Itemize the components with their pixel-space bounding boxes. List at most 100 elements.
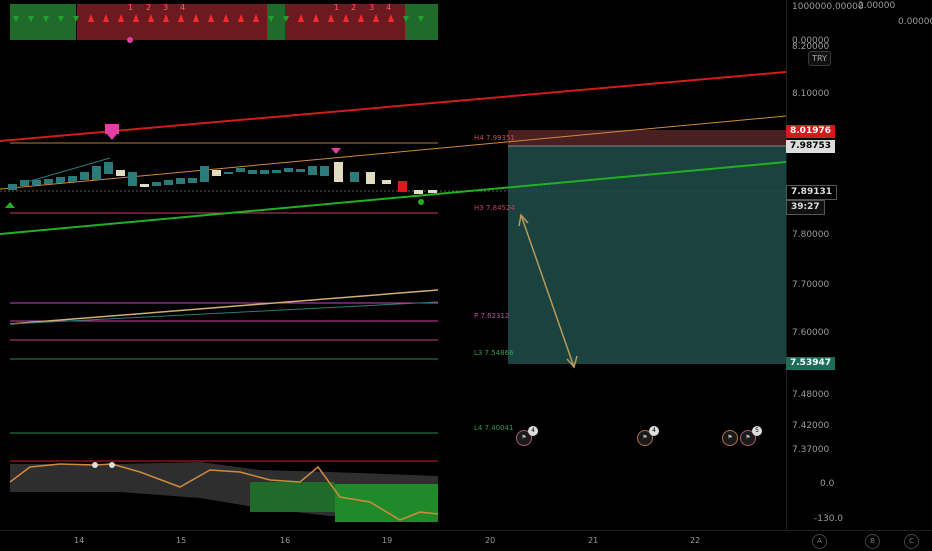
event-badge-4[interactable]: ⚑ 5 (740, 426, 762, 446)
price-axis-label: 7.48000 (792, 390, 830, 400)
green-zone-3 (405, 4, 438, 40)
top-axis-extra-1: 2.00000 (858, 1, 896, 11)
signal-number: 1 (334, 3, 340, 12)
price-axis-label: 8.10000 (792, 89, 830, 99)
signal-dot (127, 37, 133, 43)
event-badge-1[interactable]: ⚑ 4 (516, 426, 538, 446)
c-scale-button[interactable]: C (904, 534, 919, 549)
oscillator-panel[interactable] (0, 452, 786, 530)
auto-scale-button[interactable]: A (812, 534, 827, 549)
candle (248, 170, 257, 174)
event-badge-count: 4 (528, 426, 538, 436)
candle (350, 172, 359, 182)
lower-trendline (9, 289, 439, 325)
candle (152, 182, 161, 186)
pink-signal-marker (105, 124, 119, 134)
candlesticks (8, 162, 437, 194)
price-axis-border (786, 0, 787, 530)
osc-axis-label: 0.0 (820, 479, 835, 489)
candle (80, 172, 89, 180)
signal-number: 2 (351, 3, 357, 12)
osc-axis-label: -130.0 (814, 514, 844, 524)
signal-number: 4 (386, 3, 392, 12)
event-badge-count: 5 (752, 426, 762, 436)
candle (382, 180, 391, 184)
candle (116, 170, 125, 176)
top-axis-extra-2: 0.00000 (898, 17, 932, 27)
signal-strip-svg (10, 4, 438, 43)
top-axis-max: 1000000.00000 (792, 2, 864, 12)
osc-green-zone-1 (250, 482, 335, 512)
time-label: 22 (690, 536, 701, 545)
countdown-tag: 39:27 (786, 200, 825, 215)
l4-label: L4 7.40041 (474, 424, 514, 432)
price-chart-svg (0, 71, 786, 434)
oscillator-svg (9, 460, 439, 522)
candle (296, 169, 305, 172)
signal-number: 2 (146, 3, 152, 12)
candle (32, 180, 41, 185)
event-badge-2[interactable]: ⚑ 4 (637, 426, 659, 446)
osc-green-zone-2 (335, 484, 438, 522)
resistance-price-tag: 8.01976 (786, 125, 835, 138)
candle (320, 166, 329, 176)
candle (140, 184, 149, 187)
pink-signal-arrow (107, 134, 117, 140)
candle (56, 177, 65, 183)
time-label: 15 (176, 536, 187, 545)
time-label: 20 (485, 536, 496, 545)
price-axis-label: 7.60000 (792, 328, 830, 338)
green-signal-arrow (5, 202, 15, 208)
price-axis-label: 7.80000 (792, 230, 830, 240)
candle (308, 166, 317, 175)
event-badge-count: 4 (649, 426, 659, 436)
candle (414, 190, 423, 194)
osc-dot (92, 462, 98, 468)
time-label: 14 (74, 536, 85, 545)
osc-dot (109, 462, 115, 468)
currency-button[interactable]: TRY (808, 51, 831, 66)
signal-number: 3 (163, 3, 169, 12)
take-profit-zone (508, 146, 786, 364)
green-signal-dot (418, 199, 424, 205)
b-scale-button[interactable]: B (865, 534, 880, 549)
candle (260, 170, 269, 174)
main-price-chart[interactable]: H4 7.99351 H3 7.84524 P 7.62312 L3 7.548… (0, 44, 786, 450)
candle (104, 162, 113, 174)
time-label: 16 (280, 536, 291, 545)
signal-number: 4 (180, 3, 186, 12)
candle (44, 179, 53, 184)
candle (188, 178, 197, 183)
price-axis-label: 7.70000 (792, 280, 830, 290)
current-price-tag: 7.89131 (786, 185, 837, 200)
candle (284, 168, 293, 172)
l3-label: L3 7.54866 (474, 349, 514, 357)
candle (8, 184, 17, 190)
time-axis[interactable] (0, 530, 932, 551)
price-axis-label: 7.37000 (792, 445, 830, 455)
stop-price-tag: 7.98753 (786, 140, 835, 153)
time-label: 19 (382, 536, 393, 545)
candle (224, 172, 233, 174)
candle (164, 180, 173, 185)
signal-number: 3 (369, 3, 375, 12)
time-label: 21 (588, 536, 599, 545)
event-badge-3[interactable]: ⚑ (722, 430, 738, 446)
candle (200, 166, 209, 182)
p-label: P 7.62312 (474, 312, 510, 320)
price-axis-label: 8.20000 (792, 42, 830, 52)
pink-signal-arrow-2 (331, 148, 341, 154)
candle (398, 181, 407, 192)
candle (92, 166, 101, 180)
candle (366, 172, 375, 184)
candle (236, 168, 245, 172)
h4-label: H4 7.99351 (474, 134, 515, 142)
target-price-tag: 7.53947 (786, 357, 835, 370)
price-axis-label: 7.42000 (792, 421, 830, 431)
top-signal-panel[interactable]: 1 2 3 4 1 2 3 4 (0, 0, 786, 44)
green-zone-2 (267, 4, 285, 40)
candle (20, 180, 29, 186)
candle (212, 170, 221, 176)
candle (272, 170, 281, 173)
signal-number: 1 (128, 3, 134, 12)
